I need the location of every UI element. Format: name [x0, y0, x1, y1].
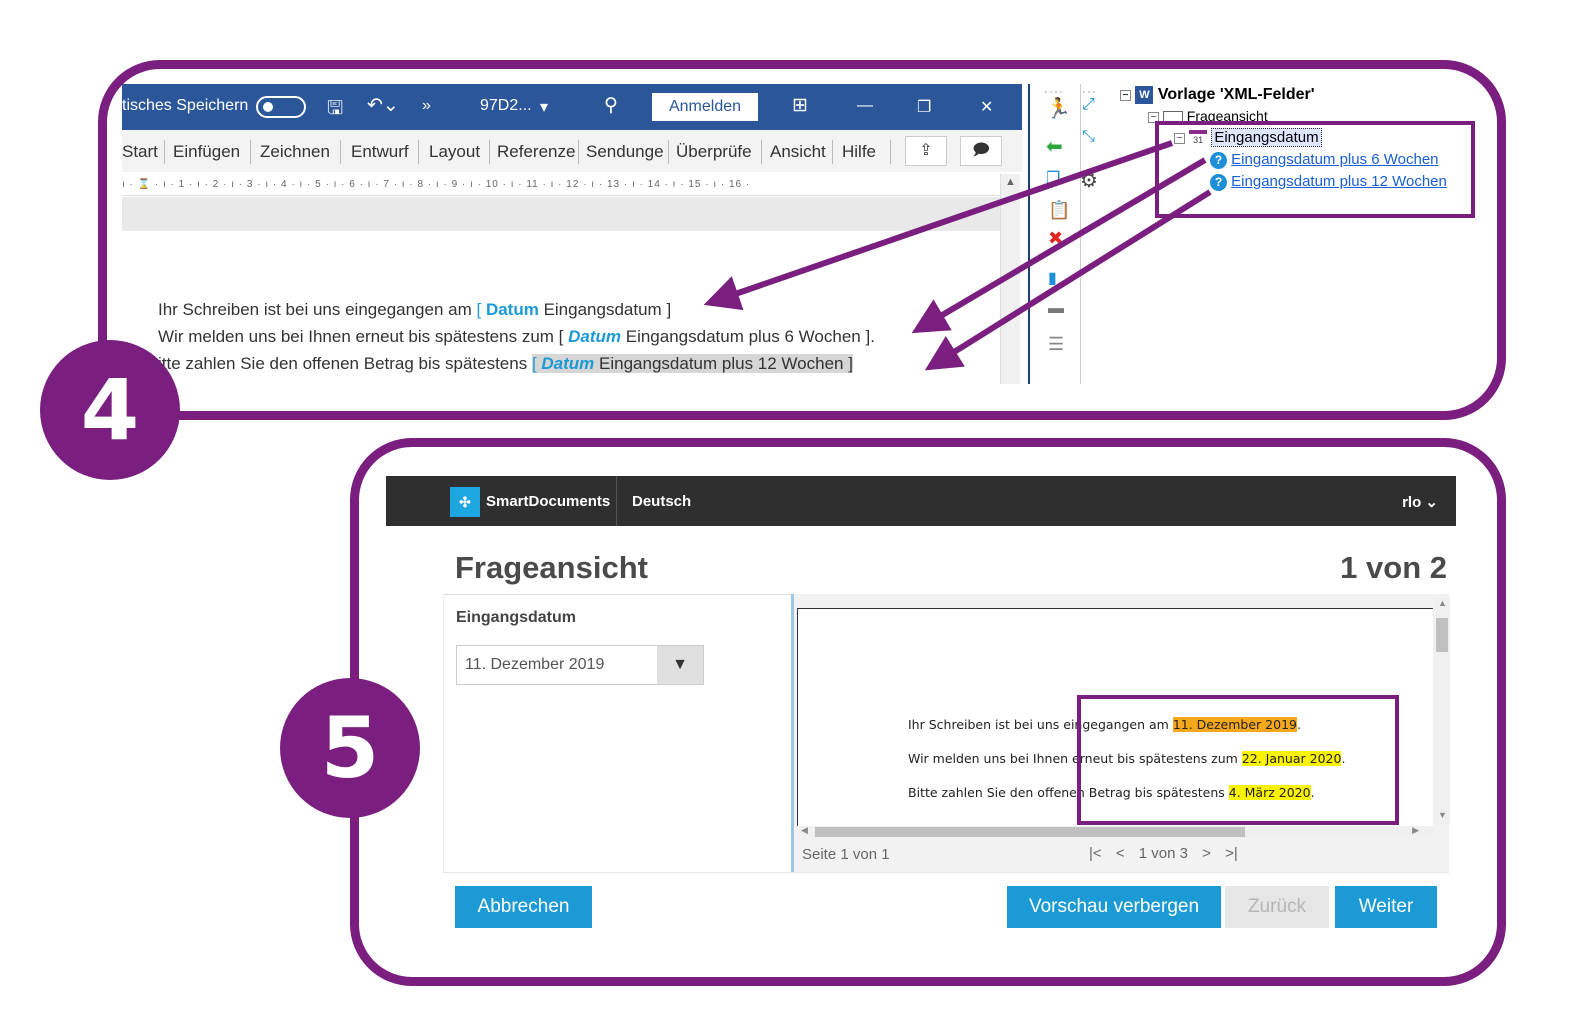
arrow-plus-6 [911, 157, 1207, 334]
annotation-arrows [703, 140, 1212, 371]
arrow-plus-12 [924, 189, 1212, 371]
